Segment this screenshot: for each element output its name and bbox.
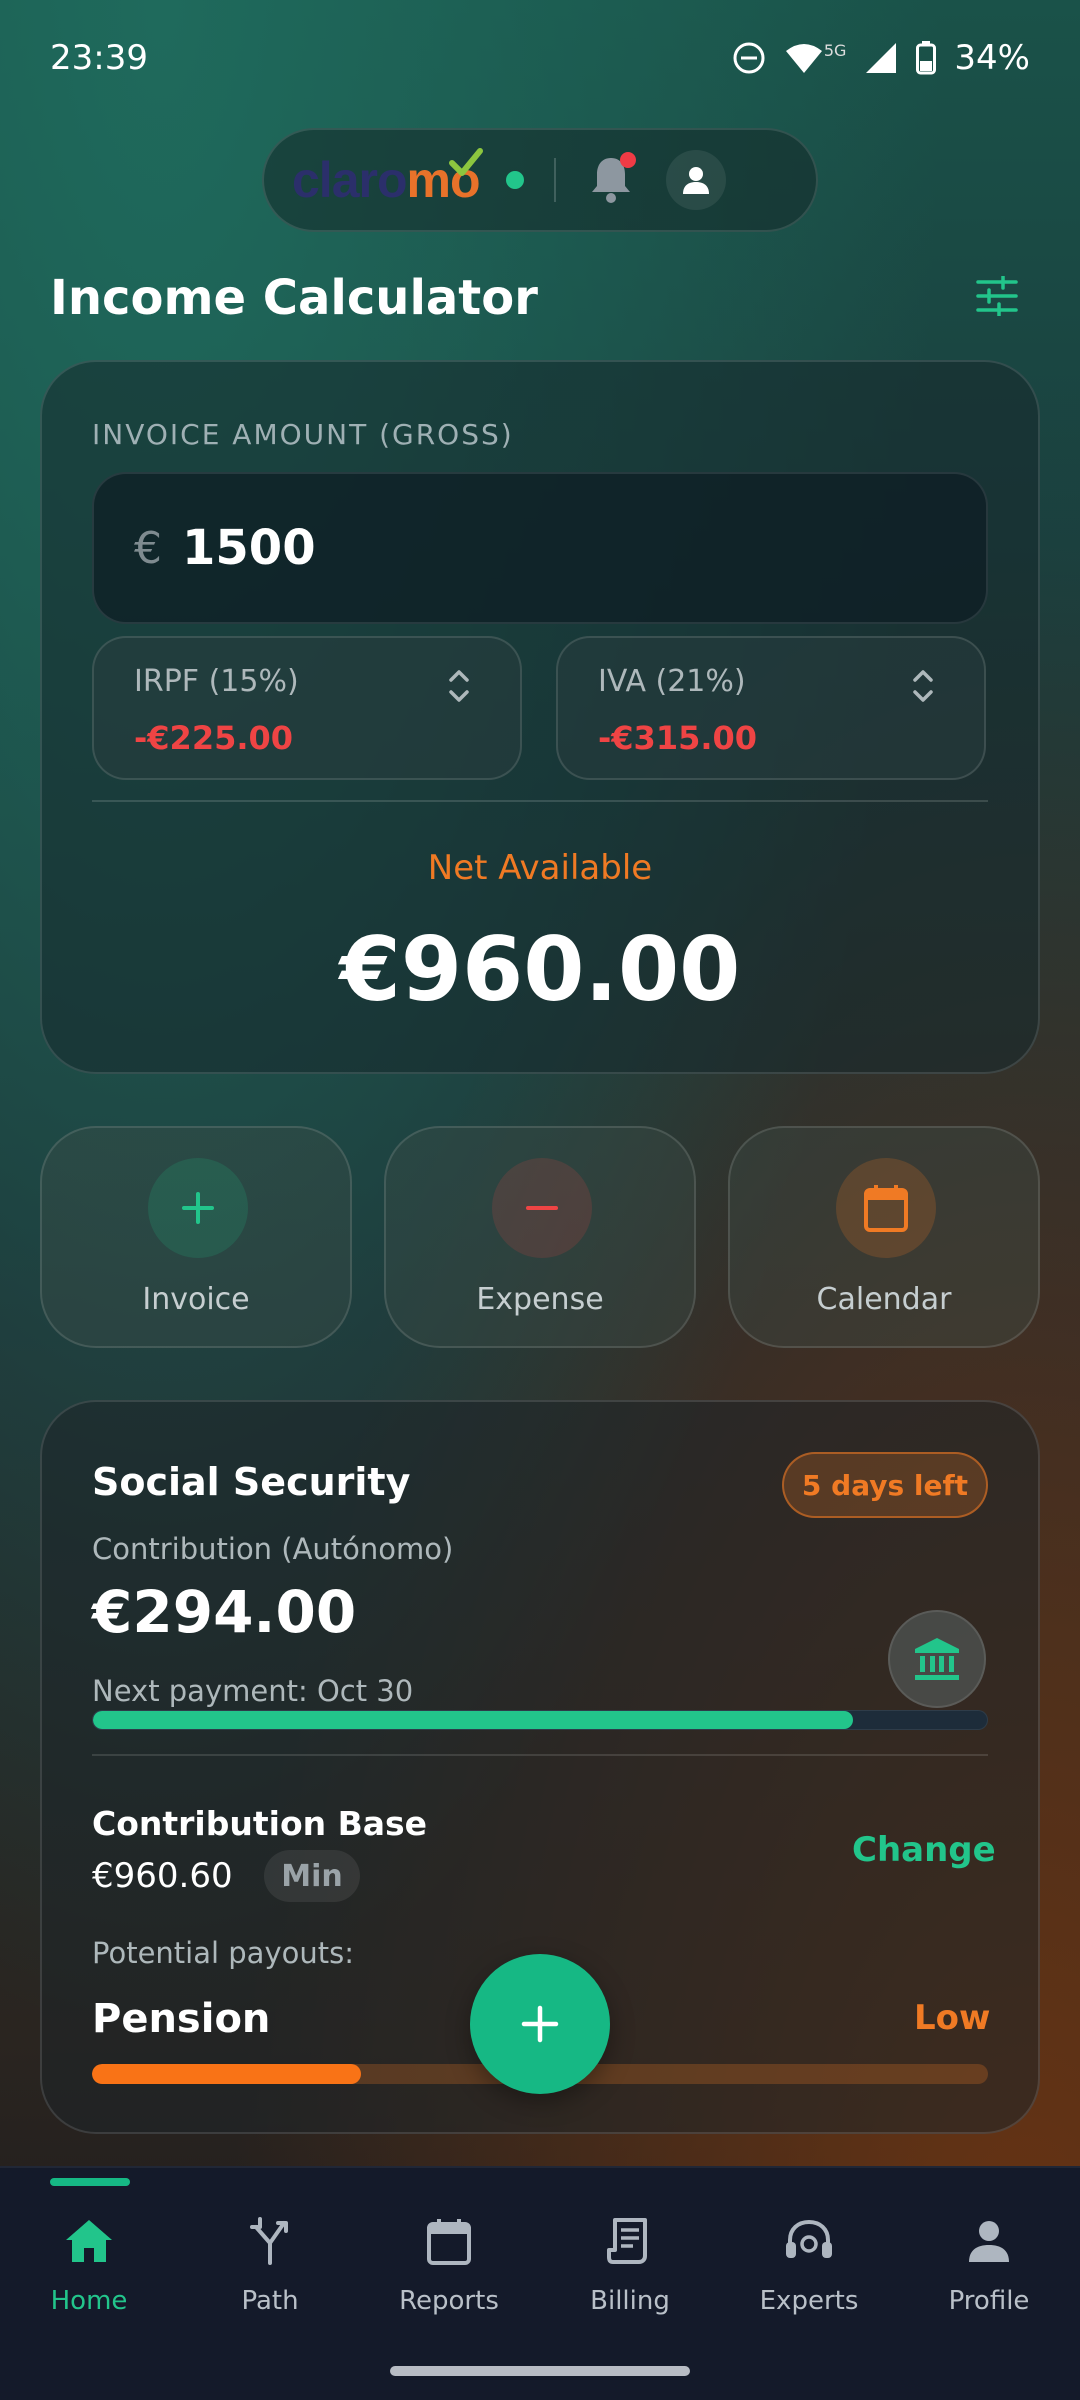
dnd-icon: [733, 42, 765, 74]
logo-text-part1: claro: [292, 152, 408, 208]
potential-payouts-label: Potential payouts:: [92, 1936, 354, 1970]
social-security-title: Social Security: [92, 1460, 411, 1504]
expense-action-button[interactable]: Expense: [384, 1126, 696, 1348]
iva-label: IVA (21%): [598, 664, 746, 699]
days-left-badge: 5 days left: [782, 1452, 988, 1518]
nav-path-label: Path: [241, 2286, 299, 2316]
net-available-label: Net Available: [427, 848, 653, 888]
gesture-home-bar[interactable]: [390, 2366, 690, 2376]
irpf-label: IRPF (15%): [134, 664, 299, 699]
nav-home-label: Home: [50, 2286, 128, 2316]
next-payment-text: Next payment: Oct 30: [92, 1674, 414, 1708]
pension-bar-fill: [92, 2064, 361, 2084]
online-status-dot: [505, 171, 524, 189]
check-icon: [448, 148, 483, 176]
status-icons: 5G 34%: [732, 38, 1030, 78]
home-icon: [66, 2220, 112, 2262]
payment-progress-bar: [92, 1710, 988, 1730]
bank-icon: [915, 1638, 959, 1680]
nav-home[interactable]: Home: [9, 2210, 169, 2316]
divider: [92, 1754, 988, 1756]
nav-billing-label: Billing: [590, 2286, 670, 2316]
contribution-base-label: Contribution Base: [92, 1804, 428, 1843]
expense-action-label: Expense: [476, 1282, 604, 1317]
signal-icon: [866, 43, 897, 73]
filter-settings-button[interactable]: [975, 274, 1019, 320]
calendar-icon: [836, 1158, 936, 1258]
iva-value: -€315.00: [598, 719, 758, 757]
path-icon: [250, 2217, 288, 2265]
nav-reports-label: Reports: [399, 2286, 499, 2316]
notification-dot: [619, 152, 636, 168]
invoice-amount-input[interactable]: € 1500: [92, 472, 988, 624]
irpf-selector[interactable]: IRPF (15%) -€225.00: [92, 636, 522, 780]
calendar-action-button[interactable]: Calendar: [728, 1126, 1040, 1348]
page-title: Income Calculator: [50, 270, 538, 326]
invoice-action-button[interactable]: Invoice: [40, 1126, 352, 1348]
calendar-action-label: Calendar: [816, 1282, 952, 1317]
divider: [92, 800, 988, 802]
wifi-icon: [785, 44, 822, 73]
invoice-action-label: Invoice: [142, 1282, 250, 1317]
invoice-amount-value: 1500: [182, 520, 316, 576]
unfold-icon: [449, 670, 469, 702]
contribution-subtitle: Contribution (Autónomo): [92, 1532, 454, 1566]
pension-label: Pension: [92, 1996, 271, 2042]
receipt-icon: [607, 2218, 647, 2264]
active-tab-indicator: [50, 2178, 130, 2186]
app-logo[interactable]: claromo: [292, 148, 483, 209]
battery-percent: 34%: [954, 38, 1030, 78]
person-icon: [682, 167, 709, 194]
contribution-amount: €294.00: [92, 1578, 357, 1646]
plus-icon: [148, 1158, 248, 1258]
currency-symbol: €: [134, 522, 162, 574]
nav-profile-label: Profile: [948, 2286, 1030, 2316]
min-badge: Min: [264, 1850, 360, 1902]
payment-progress-fill: [93, 1711, 853, 1729]
invoice-amount-label: INVOICE AMOUNT (GROSS): [92, 418, 514, 451]
divider: [553, 158, 556, 202]
battery-icon: [916, 41, 937, 75]
profile-avatar-button[interactable]: [665, 150, 726, 210]
person-icon: [969, 2221, 1009, 2262]
change-button[interactable]: Change: [852, 1830, 996, 1870]
calendar-icon: [427, 2219, 471, 2265]
nav-reports[interactable]: Reports: [369, 2210, 529, 2316]
network-label: 5G: [823, 40, 847, 60]
pension-level: Low: [914, 1998, 991, 2038]
headset-icon: [786, 2219, 832, 2258]
tune-icon: [976, 274, 1018, 318]
net-available-value: €960.00: [339, 918, 741, 1021]
iva-selector[interactable]: IVA (21%) -€315.00: [556, 636, 986, 780]
nav-experts-label: Experts: [759, 2286, 859, 2316]
top-bar-pill: claromo: [262, 128, 818, 232]
contribution-base-value: €960.60: [92, 1856, 233, 1896]
nav-profile[interactable]: Profile: [909, 2210, 1069, 2316]
notifications-button[interactable]: [588, 152, 636, 206]
plus-icon: [521, 2005, 559, 2043]
nav-billing[interactable]: Billing: [550, 2210, 710, 2316]
add-fab-button[interactable]: [470, 1954, 610, 2094]
status-time: 23:39: [50, 38, 148, 78]
irpf-value: -€225.00: [134, 719, 294, 757]
nav-experts[interactable]: Experts: [729, 2210, 889, 2316]
bank-button[interactable]: [888, 1610, 986, 1708]
nav-path[interactable]: Path: [190, 2210, 350, 2316]
minus-icon: [492, 1158, 592, 1258]
unfold-icon: [913, 670, 933, 702]
